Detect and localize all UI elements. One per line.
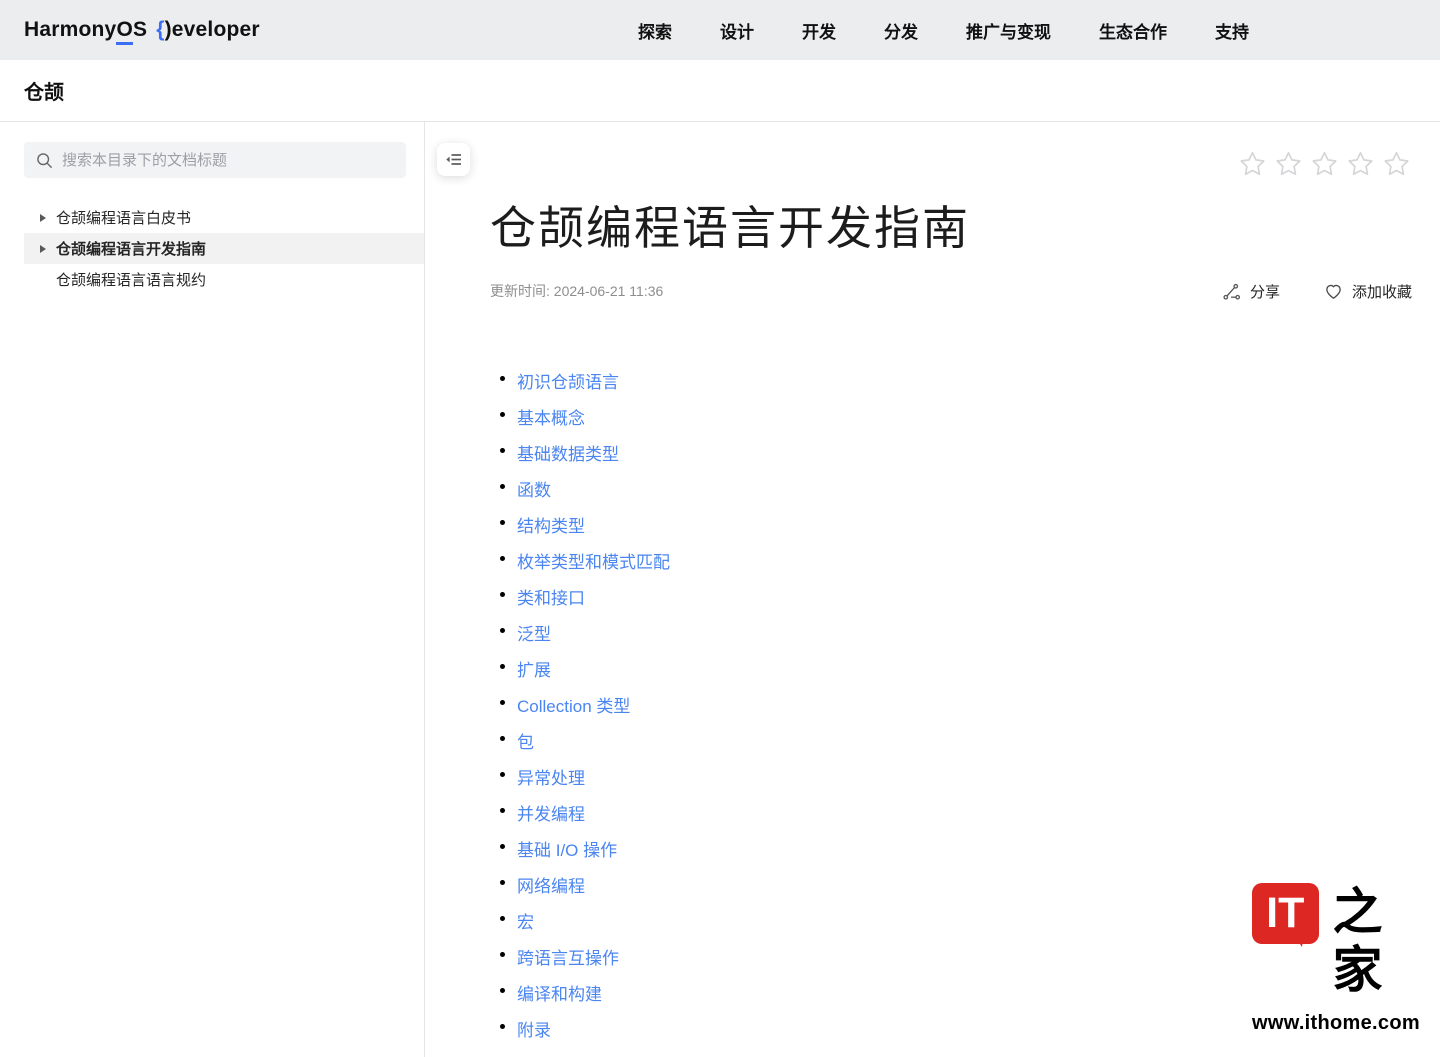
toc-link[interactable]: 网络编程 xyxy=(517,877,585,896)
toc-item: 结构类型 xyxy=(500,512,1412,548)
toc-link[interactable]: 泛型 xyxy=(517,625,551,644)
nav-item-design[interactable]: 设计 xyxy=(720,18,754,43)
toc-link[interactable]: 编译和构建 xyxy=(517,985,602,1004)
tree-item-dev-guide[interactable]: 仓颉编程语言开发指南 xyxy=(24,233,424,264)
toc-item: 扩展 xyxy=(500,656,1412,692)
nav-item-explore[interactable]: 探索 xyxy=(638,18,672,43)
harmonyos-developer-logo[interactable]: HarmonyOS {)eveloper xyxy=(24,18,260,42)
logo-harmony: Harmony xyxy=(24,18,116,41)
toc-link[interactable]: 基础数据类型 xyxy=(517,445,619,464)
nav-item-ecosystem[interactable]: 生态合作 xyxy=(1099,18,1167,43)
sidebar-collapse-button[interactable] xyxy=(437,143,470,176)
toc-link[interactable]: 扩展 xyxy=(517,661,551,680)
toc-item: 基本概念 xyxy=(500,404,1412,440)
toc-link[interactable]: 异常处理 xyxy=(517,769,585,788)
toc-link[interactable]: Collection 类型 xyxy=(517,697,630,716)
nav-item-distribute[interactable]: 分发 xyxy=(884,18,918,43)
heart-icon xyxy=(1324,282,1343,301)
logo-o-underlined: O xyxy=(116,18,133,45)
expand-arrow-icon[interactable] xyxy=(40,245,46,253)
toc-link[interactable]: 结构类型 xyxy=(517,517,585,536)
tree-item-whitepaper[interactable]: 仓颉编程语言白皮书 xyxy=(24,202,424,233)
tree-item-label: 仓颉编程语言语言规约 xyxy=(56,269,206,290)
logo-dev-brace-icon: { xyxy=(156,18,164,41)
tree-item-label: 仓颉编程语言开发指南 xyxy=(56,238,206,259)
toc-item: 基础数据类型 xyxy=(500,440,1412,476)
star-icon[interactable] xyxy=(1239,150,1266,177)
toc-link[interactable]: 包 xyxy=(517,733,534,752)
primary-nav: 探索 设计 开发 分发 推广与变现 生态合作 支持 xyxy=(638,0,1249,60)
toc-link[interactable]: 基础 I/O 操作 xyxy=(517,841,617,860)
add-favorite-button[interactable]: 添加收藏 xyxy=(1324,281,1412,302)
toc-item: 初识仓颉语言 xyxy=(500,368,1412,404)
sidebar-search[interactable] xyxy=(24,142,406,178)
tree-item-label: 仓颉编程语言白皮书 xyxy=(56,207,191,228)
ithome-brand-text: 之家 xyxy=(1333,883,1421,999)
toc-item: 包 xyxy=(500,728,1412,764)
workspace: 仓颉编程语言白皮书 仓颉编程语言开发指南 仓颉编程语言语言规约 xyxy=(0,122,1440,1057)
toc-link[interactable]: 附录 xyxy=(517,1021,551,1040)
favorite-label: 添加收藏 xyxy=(1352,281,1412,302)
share-label: 分享 xyxy=(1250,281,1280,302)
tree-item-language-spec[interactable]: 仓颉编程语言语言规约 xyxy=(24,264,424,295)
share-icon xyxy=(1222,282,1241,301)
article-title: 仓颉编程语言开发指南 xyxy=(490,202,1412,255)
toc-item: 并发编程 xyxy=(500,800,1412,836)
toc-link[interactable]: 基本概念 xyxy=(517,409,585,428)
logo-s: S xyxy=(133,18,147,41)
ithome-logo-badge: IT xyxy=(1252,883,1319,944)
logo-dev-paren-icon: ) xyxy=(165,18,172,41)
collapse-outline-icon xyxy=(444,150,463,169)
toc-item: Collection 类型 xyxy=(500,692,1412,728)
logo-developer-text: eveloper xyxy=(172,18,260,41)
top-header: HarmonyOS {)eveloper 探索 设计 开发 分发 推广与变现 生态… xyxy=(0,0,1440,60)
nav-item-support[interactable]: 支持 xyxy=(1215,18,1249,43)
page: HarmonyOS {)eveloper 探索 设计 开发 分发 推广与变现 生态… xyxy=(0,0,1440,1057)
nav-item-monetize[interactable]: 推广与变现 xyxy=(966,18,1051,43)
search-input[interactable] xyxy=(62,152,394,169)
doc-tree: 仓颉编程语言白皮书 仓颉编程语言开发指南 仓颉编程语言语言规约 xyxy=(0,202,424,295)
toc-item: 类和接口 xyxy=(500,584,1412,620)
toc-item: 函数 xyxy=(500,476,1412,512)
toc-link[interactable]: 枚举类型和模式匹配 xyxy=(517,553,670,572)
article-meta-row: 更新时间: 2024-06-21 11:36 分享 xyxy=(490,281,1412,302)
toc-item: 泛型 xyxy=(500,620,1412,656)
toc-item: 基础 I/O 操作 xyxy=(500,836,1412,872)
toc-link[interactable]: 初识仓颉语言 xyxy=(517,373,619,392)
star-icon[interactable] xyxy=(1275,150,1302,177)
star-icon[interactable] xyxy=(1311,150,1338,177)
ithome-badge-text: IT xyxy=(1266,889,1304,938)
toc-link[interactable]: 并发编程 xyxy=(517,805,585,824)
share-button[interactable]: 分享 xyxy=(1222,281,1280,302)
doc-sidebar: 仓颉编程语言白皮书 仓颉编程语言开发指南 仓颉编程语言语言规约 xyxy=(0,122,425,1057)
expand-arrow-icon[interactable] xyxy=(40,214,46,222)
article-actions: 分享 添加收藏 xyxy=(1222,281,1412,302)
section-header: 仓颉 xyxy=(0,60,1440,122)
section-title: 仓颉 xyxy=(24,76,64,105)
toc-item: 异常处理 xyxy=(500,764,1412,800)
toc-item: 枚举类型和模式匹配 xyxy=(500,548,1412,584)
toc-link[interactable]: 跨语言互操作 xyxy=(517,949,619,968)
toc-link[interactable]: 类和接口 xyxy=(517,589,585,608)
ithome-url: www.ithome.com xyxy=(1252,1012,1420,1035)
toc-link[interactable]: 函数 xyxy=(517,481,551,500)
rating-stars xyxy=(1239,150,1410,177)
toc-link[interactable]: 宏 xyxy=(517,913,534,932)
ithome-watermark: IT 之家 www.ithome.com xyxy=(1252,883,1420,1035)
updated-time: 更新时间: 2024-06-21 11:36 xyxy=(490,281,663,301)
search-icon xyxy=(36,152,53,169)
star-icon[interactable] xyxy=(1383,150,1410,177)
star-icon[interactable] xyxy=(1347,150,1374,177)
nav-item-develop[interactable]: 开发 xyxy=(802,18,836,43)
